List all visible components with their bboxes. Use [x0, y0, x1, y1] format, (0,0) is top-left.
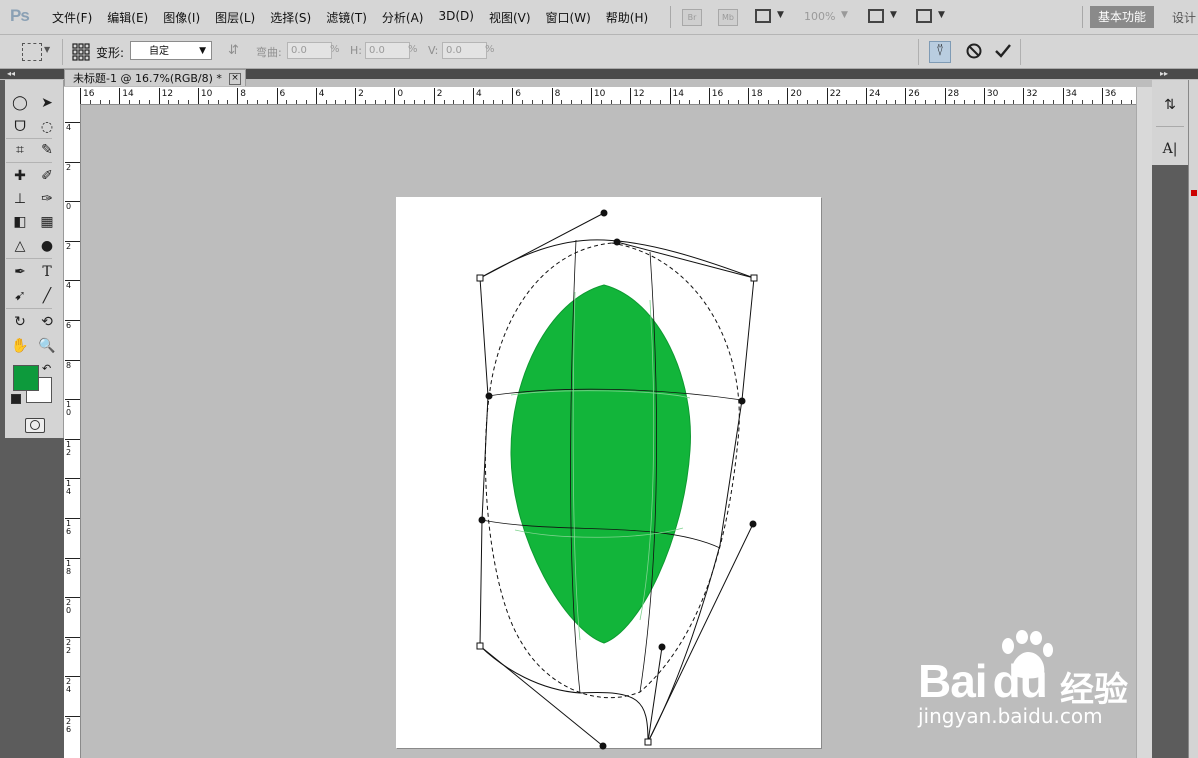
warp-handle[interactable] — [599, 742, 607, 750]
warp-handle[interactable] — [600, 209, 608, 217]
watermark-brand: Bai du — [918, 655, 1048, 707]
baidu-jingyan-watermark: Bai du 经验 jingyan.baidu.com — [918, 630, 1138, 730]
vertical-scrollbar[interactable] — [1136, 87, 1152, 758]
warp-handle[interactable] — [749, 520, 757, 528]
watermark-url: jingyan.baidu.com — [918, 704, 1103, 728]
right-panel-background — [1152, 165, 1188, 758]
warp-handle[interactable] — [738, 397, 746, 405]
red-marker-icon — [1191, 190, 1197, 196]
warp-handle[interactable] — [485, 392, 493, 400]
panel-separator — [1156, 126, 1184, 127]
warp-corner-point[interactable] — [476, 642, 484, 650]
history-panel-icon[interactable]: ⇅ — [1161, 96, 1179, 114]
green-leaf-shape — [510, 284, 691, 644]
right-panel-edge — [1188, 80, 1198, 758]
warp-corner-point[interactable] — [644, 738, 652, 746]
warp-handle[interactable] — [478, 516, 486, 524]
warp-corner-point[interactable] — [476, 274, 484, 282]
warp-handle[interactable] — [658, 643, 666, 651]
character-panel-icon[interactable]: A| — [1161, 140, 1179, 158]
warp-corner-point[interactable] — [750, 274, 758, 282]
warp-handle[interactable] — [613, 238, 621, 246]
